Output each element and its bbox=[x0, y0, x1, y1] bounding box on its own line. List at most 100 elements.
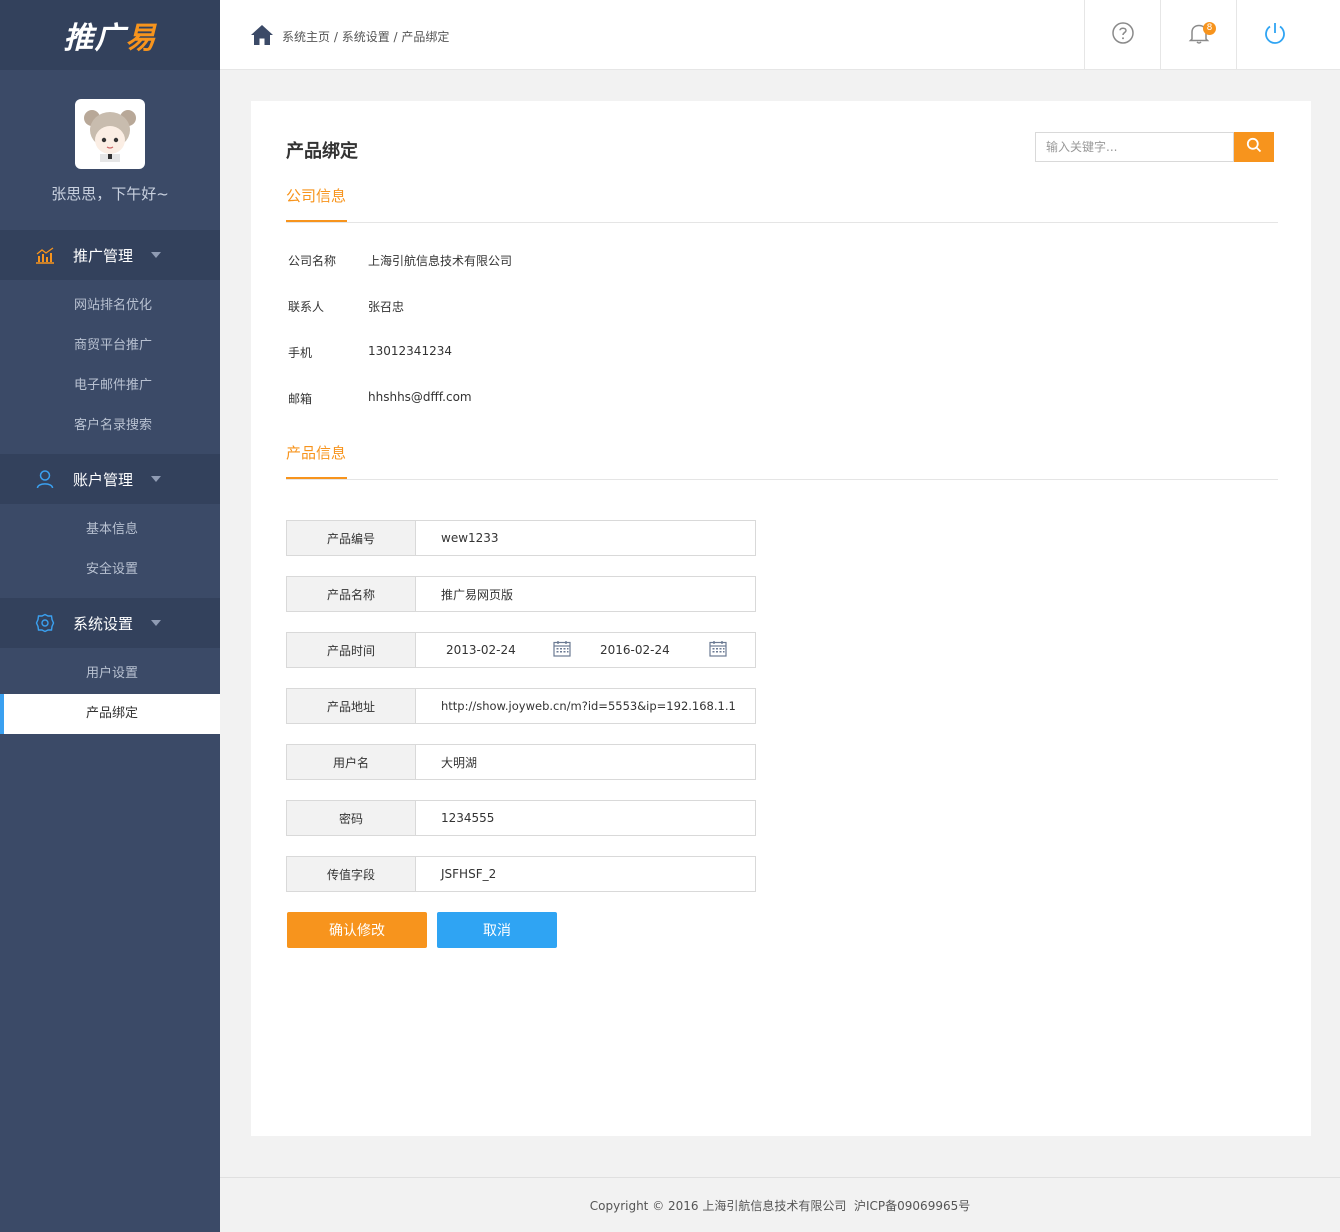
profile: 张思思，下午好~ bbox=[0, 70, 220, 230]
calendar-icon[interactable] bbox=[709, 640, 727, 660]
product-code-field[interactable]: wew1233 bbox=[416, 521, 755, 555]
field-label: 产品地址 bbox=[287, 689, 416, 723]
gear-icon bbox=[34, 612, 56, 634]
start-date-picker[interactable]: 2013-02-24 bbox=[441, 640, 599, 660]
info-row-company: 公司名称 上海引航信息技术有限公司 bbox=[288, 252, 512, 269]
search-icon bbox=[1246, 137, 1262, 157]
sidebar: 推广易 张思思，下午好~ 推广管理 网站排名优化 商贸平台推广 电子邮件推广 客… bbox=[0, 0, 220, 1232]
chevron-down-icon bbox=[151, 476, 161, 482]
form-row-product-code: 产品编号 wew1233 bbox=[286, 520, 756, 556]
notification-badge: 8 bbox=[1203, 22, 1216, 35]
user-icon bbox=[34, 468, 56, 490]
menu-group-promotion[interactable]: 推广管理 bbox=[0, 230, 220, 280]
content-card: 产品绑定 公司信息 公司名称 上海引航信息技术有限公司 联系人 张召忠 手机 1… bbox=[251, 101, 1311, 1136]
password-field[interactable]: 1234555 bbox=[416, 801, 755, 835]
form-row-password: 密码 1234555 bbox=[286, 800, 756, 836]
username-field[interactable]: 大明湖 bbox=[416, 745, 755, 779]
chevron-down-icon bbox=[151, 620, 161, 626]
info-value: 上海引航信息技术有限公司 bbox=[368, 254, 513, 268]
divider bbox=[286, 222, 1278, 223]
menu-items-account: 基本信息 安全设置 bbox=[0, 504, 220, 598]
sidebar-item-email[interactable]: 电子邮件推广 bbox=[0, 366, 220, 406]
info-row-email: 邮箱 hhshhs@dfff.com bbox=[288, 390, 472, 407]
menu-group-label: 系统设置 bbox=[73, 614, 134, 633]
form-row-product-time: 产品时间 2013-02-24 2016-02-24 bbox=[286, 632, 756, 668]
form-row-product-address: 产品地址 http://show.joyweb.cn/m?id=5553&ip=… bbox=[286, 688, 756, 724]
field-label: 产品时间 bbox=[287, 633, 416, 667]
section-title: 公司信息 bbox=[286, 187, 347, 205]
info-label: 手机 bbox=[288, 346, 313, 360]
info-label: 联系人 bbox=[288, 300, 325, 314]
menu-group-account[interactable]: 账户管理 bbox=[0, 454, 220, 504]
search-input[interactable] bbox=[1035, 132, 1234, 162]
breadcrumb-separator: / bbox=[389, 29, 402, 44]
menu-group-system[interactable]: 系统设置 bbox=[0, 598, 220, 648]
breadcrumb: 系统主页 / 系统设置 / 产品绑定 bbox=[250, 24, 449, 49]
sidebar-item-directory[interactable]: 客户名录搜索 bbox=[0, 406, 220, 446]
info-row-contact: 联系人 张召忠 bbox=[288, 298, 404, 315]
sidebar-item-basic-info[interactable]: 基本信息 bbox=[0, 510, 220, 550]
info-value: hhshhs@dfff.com bbox=[368, 390, 472, 404]
info-label: 公司名称 bbox=[288, 254, 337, 268]
breadcrumb-item-current: 产品绑定 bbox=[401, 30, 450, 44]
product-address-field[interactable]: http://show.joyweb.cn/m?id=5553&ip=192.1… bbox=[416, 689, 755, 723]
field-label: 产品名称 bbox=[287, 577, 416, 611]
page-title: 产品绑定 bbox=[286, 141, 358, 162]
form-row-username: 用户名 大明湖 bbox=[286, 744, 756, 780]
breadcrumb-item-home[interactable]: 系统主页 bbox=[282, 28, 330, 45]
menu-group-label: 账户管理 bbox=[73, 470, 134, 489]
tab-product-info[interactable]: 产品信息 bbox=[286, 442, 347, 479]
cancel-button[interactable]: 取消 bbox=[437, 912, 557, 948]
end-date-field[interactable]: 2016-02-24 bbox=[597, 643, 709, 657]
avatar[interactable] bbox=[75, 99, 145, 169]
field-label: 用户名 bbox=[287, 745, 416, 779]
footer: Copyright © 2016 上海引航信息技术有限公司 沪ICP备09069… bbox=[220, 1177, 1340, 1232]
sidebar-item-user-settings[interactable]: 用户设置 bbox=[0, 654, 220, 694]
info-label: 邮箱 bbox=[288, 392, 313, 406]
divider bbox=[286, 479, 1278, 480]
menu-group-label: 推广管理 bbox=[73, 246, 134, 265]
field-label: 密码 bbox=[287, 801, 416, 835]
top-header: 系统主页 / 系统设置 / 产品绑定 8 bbox=[220, 0, 1340, 70]
calendar-icon[interactable] bbox=[553, 640, 571, 660]
section-title: 产品信息 bbox=[286, 444, 347, 462]
logo[interactable]: 推广易 bbox=[64, 13, 157, 57]
help-button[interactable] bbox=[1084, 0, 1160, 70]
tab-company-info[interactable]: 公司信息 bbox=[286, 185, 347, 222]
product-name-field[interactable]: 推广易网页版 bbox=[416, 577, 755, 611]
sidebar-item-seo[interactable]: 网站排名优化 bbox=[0, 286, 220, 326]
logo-accent-text: 易 bbox=[125, 21, 157, 56]
info-value: 13012341234 bbox=[368, 344, 452, 358]
field-label: 传值字段 bbox=[287, 857, 416, 891]
confirm-button[interactable]: 确认修改 bbox=[287, 912, 427, 948]
date-range: 2013-02-24 2016-02-24 bbox=[416, 633, 755, 667]
param-field[interactable]: JSFHSF_2 bbox=[416, 857, 755, 891]
logo-text: 推广 bbox=[63, 21, 126, 56]
sidebar-item-product-binding[interactable]: 产品绑定 bbox=[0, 694, 220, 734]
menu-items-promotion: 网站排名优化 商贸平台推广 电子邮件推广 客户名录搜索 bbox=[0, 280, 220, 454]
form-row-product-name: 产品名称 推广易网页版 bbox=[286, 576, 756, 612]
sidebar-item-security[interactable]: 安全设置 bbox=[0, 550, 220, 590]
chevron-down-icon bbox=[151, 252, 161, 258]
info-value: 张召忠 bbox=[368, 300, 405, 314]
copyright-text: Copyright © 2016 上海引航信息技术有限公司 沪ICP备09069… bbox=[589, 1198, 971, 1213]
start-date-field[interactable]: 2013-02-24 bbox=[441, 643, 553, 657]
sidebar-item-b2b[interactable]: 商贸平台推广 bbox=[0, 326, 220, 366]
home-icon[interactable] bbox=[250, 24, 274, 49]
menu-items-system: 用户设置 产品绑定 bbox=[0, 648, 220, 742]
search-button[interactable] bbox=[1234, 132, 1274, 162]
breadcrumb-separator: / bbox=[330, 29, 342, 44]
help-icon bbox=[1111, 21, 1135, 49]
logout-button[interactable] bbox=[1236, 0, 1312, 70]
end-date-picker[interactable]: 2016-02-24 bbox=[597, 640, 755, 660]
breadcrumb-item-settings[interactable]: 系统设置 bbox=[342, 28, 390, 45]
greeting: 张思思，下午好~ bbox=[51, 185, 169, 203]
search-box bbox=[1035, 132, 1274, 162]
notifications-button[interactable]: 8 bbox=[1160, 0, 1236, 70]
field-label: 产品编号 bbox=[287, 521, 416, 555]
info-row-phone: 手机 13012341234 bbox=[288, 344, 452, 361]
chart-icon bbox=[34, 244, 56, 266]
power-icon bbox=[1263, 21, 1287, 49]
logo-bar: 推广易 bbox=[0, 0, 220, 70]
form-row-param: 传值字段 JSFHSF_2 bbox=[286, 856, 756, 892]
